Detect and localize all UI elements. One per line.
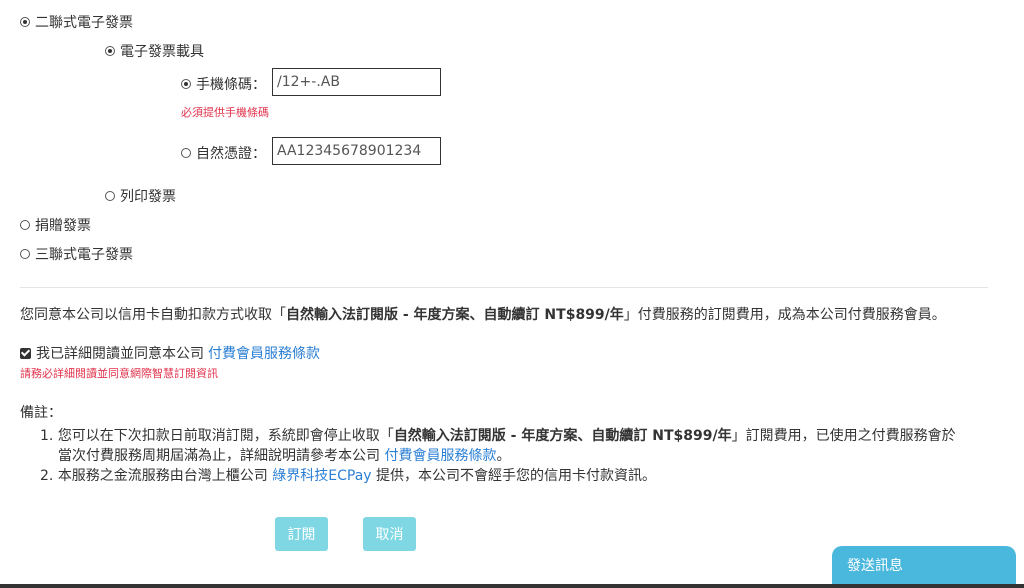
radio-label: 手機條碼：	[196, 77, 266, 93]
consent-statement: 您同意本公司以信用卡自動扣款方式收取「自然輸入法訂閱版 - 年度方案、自動續訂 …	[20, 304, 946, 324]
note2-prefix: 本服務之金流服務由台灣上櫃公司	[57, 468, 268, 484]
radio-mobile-barcode[interactable]: 手機條碼：	[181, 74, 266, 94]
consent-suffix: 」付費服務的訂閱費用，成為本公司付費服務會員。	[623, 307, 946, 323]
agreement-row: 我已詳細閱讀並同意本公司 付費會員服務條款	[20, 343, 320, 363]
notes-item-1: 1. 您可以在下次扣款日前取消訂閱，系統即會停止收取「自然輸入法訂閱版 - 年度…	[40, 426, 956, 446]
note1-plan: 自然輸入法訂閱版 - 年度方案、自動續訂 NT$899/年	[393, 428, 732, 444]
note1-line2-prefix: 當次付費服務周期屆滿為止，詳細說明請參考本公司	[58, 448, 380, 464]
bottom-border	[0, 584, 1024, 588]
ecpay-link[interactable]: 綠界科技ECPay	[272, 468, 371, 484]
cancel-button[interactable]: 取消	[363, 517, 416, 551]
natural-certificate-input[interactable]	[272, 137, 441, 165]
radio-label: 三聯式電子發票	[35, 247, 133, 263]
radio-label: 電子發票載具	[120, 44, 204, 60]
radio-label: 自然憑證：	[196, 146, 266, 162]
radio-natural-certificate[interactable]: 自然憑證：	[181, 143, 266, 163]
agreement-error: 請務必詳細閱讀並同意網際智慧訂閱資訊	[20, 367, 218, 380]
consent-plan: 自然輸入法訂閱版 - 年度方案、自動續訂 NT$899/年	[286, 307, 624, 323]
radio-indicator[interactable]	[20, 17, 30, 27]
terms-link[interactable]: 付費會員服務條款	[208, 343, 320, 363]
consent-prefix: 您同意本公司以信用卡自動扣款方式收取「	[20, 307, 286, 323]
radio-donate-invoice[interactable]: 捐贈發票	[20, 215, 91, 235]
send-message-tab[interactable]: 發送訊息	[832, 546, 1016, 588]
note1-line2-suffix: 。	[496, 448, 511, 464]
radio-indicator[interactable]	[105, 46, 115, 56]
notes-title: 備註：	[20, 405, 62, 421]
terms-link-notes[interactable]: 付費會員服務條款	[384, 448, 496, 464]
radio-duplicate-invoice[interactable]: 二聯式電子發票	[20, 12, 133, 32]
divider	[20, 287, 988, 288]
list-number: 2.	[40, 468, 54, 484]
radio-indicator[interactable]	[20, 249, 30, 259]
notes-item-1-line2: 當次付費服務周期屆滿為止，詳細說明請參考本公司 付費會員服務條款。	[58, 446, 510, 466]
subscribe-button[interactable]: 訂閱	[275, 517, 328, 551]
radio-label: 二聯式電子發票	[35, 15, 133, 31]
mobile-barcode-error: 必須提供手機條碼	[181, 106, 269, 119]
agreement-checkbox[interactable]	[20, 347, 31, 359]
agreement-label: 我已詳細閱讀並同意本公司	[36, 346, 204, 362]
radio-indicator[interactable]	[105, 191, 115, 201]
notes-item-2: 2. 本服務之金流服務由台灣上櫃公司 綠界科技ECPay 提供，本公司不會經手您…	[40, 466, 656, 486]
radio-indicator[interactable]	[181, 148, 191, 158]
note2-suffix: 提供，本公司不會經手您的信用卡付款資訊。	[376, 468, 657, 484]
radio-triplicate-invoice[interactable]: 三聯式電子發票	[20, 244, 133, 264]
radio-indicator[interactable]	[181, 79, 191, 89]
radio-einvoice-carrier[interactable]: 電子發票載具	[105, 41, 204, 61]
note1-suffix: 」訂閱費用，已使用之付費服務會於	[731, 428, 956, 444]
note1-prefix: 您可以在下次扣款日前取消訂閱，系統即會停止收取「	[57, 428, 394, 444]
radio-label: 捐贈發票	[35, 218, 91, 234]
radio-label: 列印發票	[120, 189, 176, 205]
mobile-barcode-input[interactable]	[272, 68, 441, 96]
radio-print-invoice[interactable]: 列印發票	[105, 186, 176, 206]
list-number: 1.	[40, 428, 54, 444]
radio-indicator[interactable]	[20, 220, 30, 230]
